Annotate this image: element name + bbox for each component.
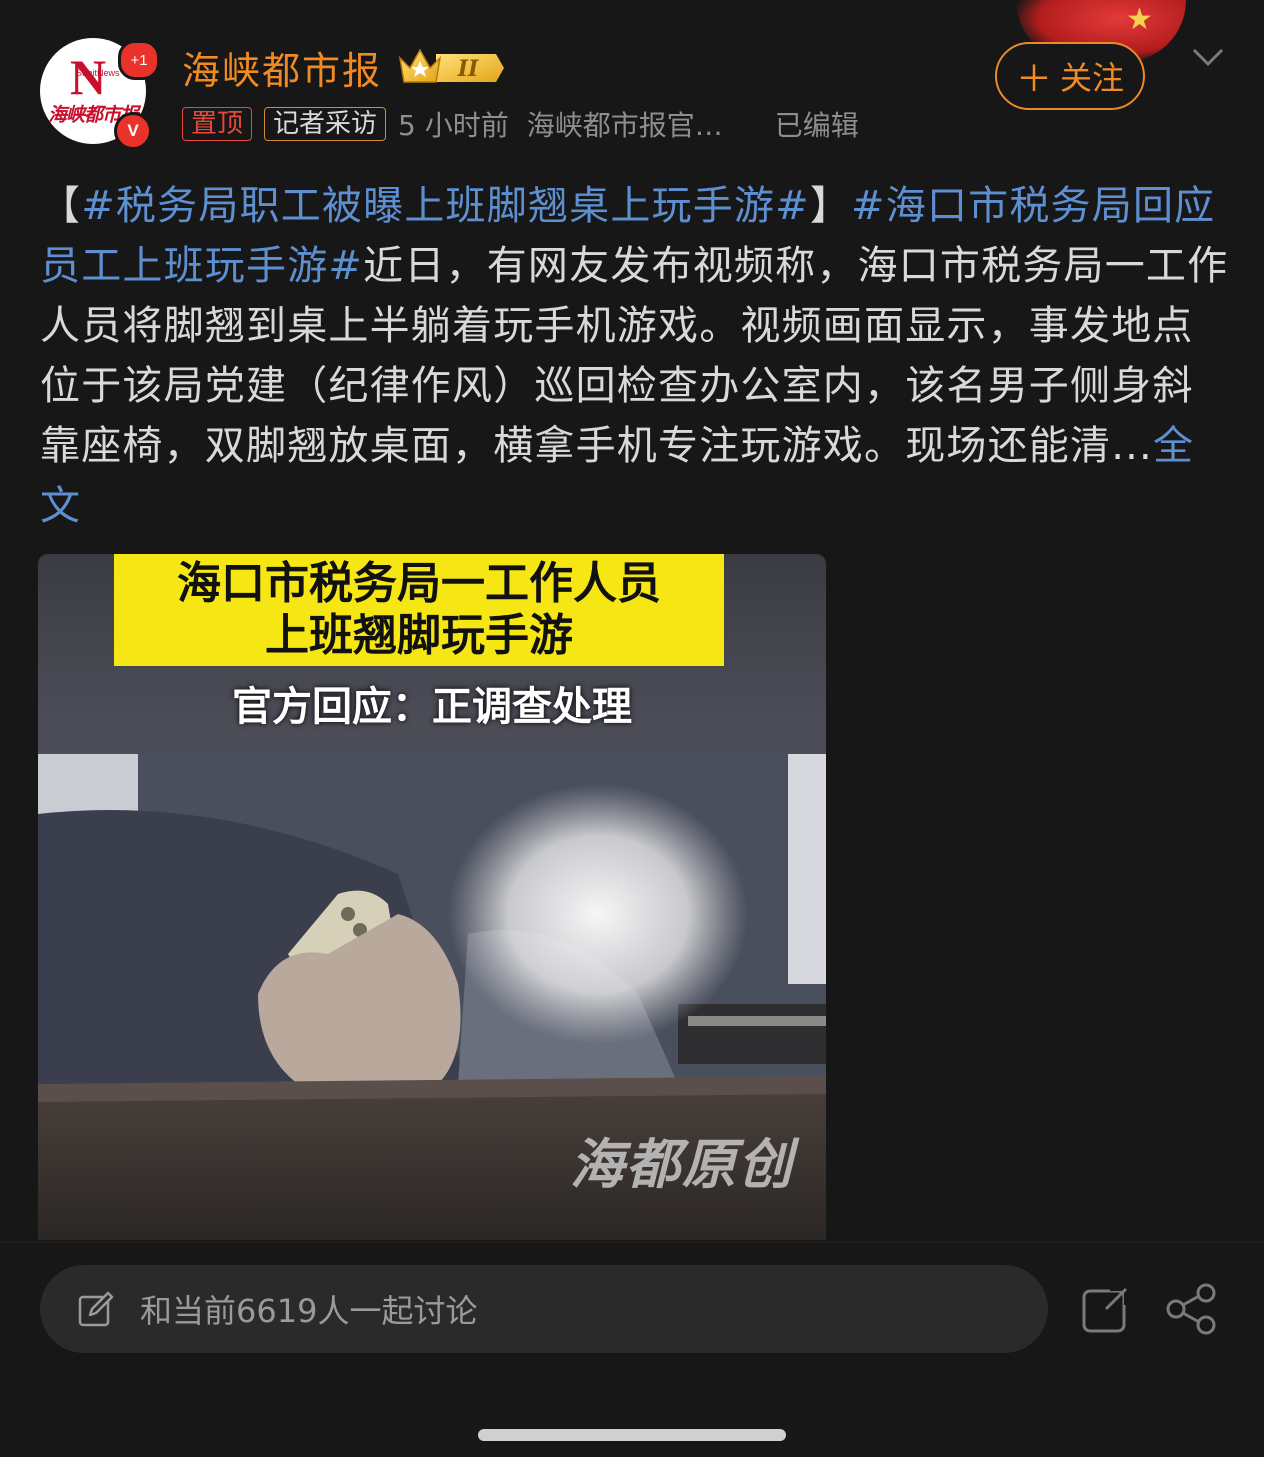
follow-label: 关注 bbox=[1060, 59, 1125, 97]
chevron-down-icon[interactable] bbox=[1190, 38, 1226, 74]
avatar-plus-badge: +1 bbox=[118, 40, 160, 80]
bottom-action-bar: 和当前6619人一起讨论 bbox=[0, 1242, 1264, 1457]
pinned-tag: 置顶 bbox=[182, 107, 253, 141]
level-crown-icon[interactable]: II bbox=[398, 44, 504, 88]
post-time: 5 小时前 bbox=[398, 109, 509, 142]
image-watermark: 海都原创 bbox=[570, 1133, 794, 1196]
hashtag-link[interactable]: #税务局职工被曝上班脚翘桌上玩手游# bbox=[81, 183, 810, 229]
image-subtitle: 官方回应：正调查处理 bbox=[232, 684, 632, 730]
author-name[interactable]: 海峡都市报 bbox=[182, 40, 382, 95]
comment-placeholder: 和当前6619人一起讨论 bbox=[140, 1292, 478, 1330]
post-image[interactable]: 海口市税务局一工作人员 上班翘脚玩手游 官方回应：正调查处理 海都原创 bbox=[38, 554, 826, 1240]
post-content: 【#税务局职工被曝上班脚翘桌上玩手游#】#海口市税务局回应员工上班玩手游#近日，… bbox=[40, 176, 1230, 536]
bracket-open: 【 bbox=[40, 183, 82, 229]
edited-label[interactable]: 已编辑 bbox=[775, 104, 859, 144]
home-indicator[interactable] bbox=[478, 1429, 786, 1441]
star-icon: ★ bbox=[1126, 2, 1153, 37]
plus-icon: ＋ bbox=[1015, 59, 1052, 100]
comment-compose-icon[interactable] bbox=[1080, 1283, 1132, 1335]
image-headline: 海口市税务局一工作人员 上班翘脚玩手游 bbox=[114, 554, 724, 666]
post-source[interactable]: 海峡都市报官… bbox=[527, 104, 723, 144]
image-headline-line2: 上班翘脚玩手游 bbox=[265, 610, 573, 661]
logo-sub: StraitNews bbox=[76, 68, 120, 78]
author-avatar[interactable]: N StraitNews 海峡都市报 +1 V bbox=[40, 38, 160, 150]
bracket-close: 】 bbox=[809, 183, 852, 229]
comment-input[interactable]: 和当前6619人一起讨论 bbox=[40, 1265, 1048, 1353]
edit-icon bbox=[78, 1291, 114, 1327]
share-icon[interactable] bbox=[1166, 1283, 1218, 1335]
verified-badge: V bbox=[114, 112, 152, 150]
image-headline-line1: 海口市税务局一工作人员 bbox=[177, 558, 661, 609]
level-text: II bbox=[457, 56, 479, 82]
reporter-tag: 记者采访 bbox=[264, 107, 387, 141]
post-meta: 置顶 记者采访 5 小时前 海峡都市报官… 已编辑 bbox=[182, 106, 859, 142]
follow-button[interactable]: ＋ 关注 bbox=[995, 42, 1145, 110]
